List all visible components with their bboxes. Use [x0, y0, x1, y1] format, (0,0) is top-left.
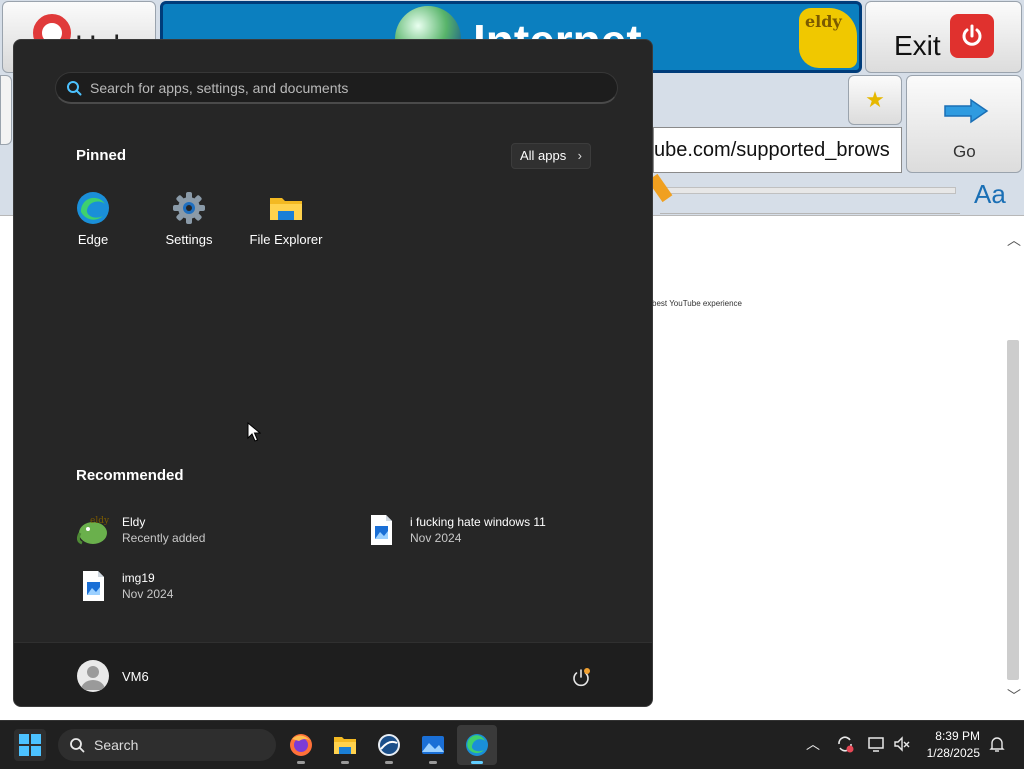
eldy-icon: eldy: [76, 513, 110, 547]
taskbar-search-label: Search: [94, 737, 139, 753]
taskbar-app-edge[interactable]: [457, 725, 497, 765]
pinned-app-label: File Explorer: [249, 232, 323, 247]
start-menu: Search for apps, settings, and documents…: [13, 39, 653, 707]
svg-text:eldy: eldy: [90, 516, 110, 526]
start-button[interactable]: [14, 729, 46, 761]
power-icon: [950, 14, 994, 58]
running-indicator: [385, 761, 393, 764]
recommended-title-text: Eldy: [122, 515, 146, 529]
search-icon: [70, 738, 85, 753]
running-indicator: [471, 761, 483, 764]
scroll-up-icon[interactable]: ︿: [1007, 230, 1021, 250]
windows-icon: [19, 734, 41, 756]
taskbar-app-steam[interactable]: [369, 725, 409, 765]
mouse-cursor-icon: [247, 422, 261, 442]
zoom-slider[interactable]: [660, 187, 956, 194]
clock-time: 8:39 PM: [935, 729, 980, 743]
user-icon: [81, 666, 105, 690]
search-placeholder: Search for apps, settings, and documents: [90, 80, 349, 96]
power-icon[interactable]: [570, 667, 592, 689]
go-button[interactable]: Go: [906, 75, 1022, 173]
user-name[interactable]: VM6: [122, 669, 149, 684]
go-label: Go: [953, 142, 976, 161]
pinned-app-label: Settings: [165, 232, 213, 247]
scrollbar-thumb[interactable]: [1007, 340, 1019, 680]
image-file-icon: [76, 569, 110, 603]
zoom-ticks: [660, 199, 960, 214]
all-apps-label: All apps: [520, 148, 567, 163]
exit-button[interactable]: Exit: [865, 1, 1022, 73]
firefox-icon: [290, 734, 312, 756]
page-text: best YouTube experience: [652, 299, 742, 308]
url-input[interactable]: ube.com/supported_brows: [653, 127, 902, 173]
chevron-up-icon[interactable]: ︿: [806, 734, 820, 754]
eldy-logo-text: eldy: [805, 12, 842, 31]
exit-label: Exit: [894, 30, 941, 61]
recommended-title: Recommended: [76, 467, 184, 484]
notification-bell-icon[interactable]: [988, 735, 1006, 753]
photos-icon: [422, 736, 444, 754]
scroll-down-icon[interactable]: ﹀: [1007, 686, 1021, 706]
recommended-title-text: i fucking hate windows 11: [410, 515, 546, 529]
pinned-app-label: Edge: [77, 232, 109, 247]
pinned-app-edge[interactable]: Edge: [48, 190, 138, 262]
recommended-subtitle-text: Nov 2024: [410, 531, 462, 545]
sync-icon[interactable]: [836, 735, 854, 753]
taskbar: Search ︿ 8:39 PM 1/28/2025: [0, 720, 1024, 769]
edge-icon: [75, 190, 111, 226]
network-icon[interactable]: [867, 735, 885, 753]
star-icon: ★: [865, 87, 885, 112]
avatar[interactable]: [77, 660, 109, 692]
taskbar-app-firefox[interactable]: [281, 725, 321, 765]
volume-muted-icon[interactable]: [893, 735, 911, 753]
running-indicator: [341, 761, 349, 764]
pinned-title: Pinned: [76, 147, 127, 164]
image-file-icon: [364, 513, 398, 547]
recommended-title-text: img19: [122, 571, 155, 585]
folder-icon: [334, 737, 356, 754]
start-menu-footer: VM6: [14, 642, 652, 706]
clock-date: 1/28/2025: [926, 746, 980, 760]
recommended-subtitle-text: Nov 2024: [122, 587, 174, 601]
edge-icon: [466, 734, 488, 756]
recommended-item-eldy[interactable]: eldy Eldy Recently added: [76, 513, 346, 553]
pinned-app-file-explorer[interactable]: File Explorer: [241, 190, 331, 262]
running-indicator: [429, 761, 437, 764]
taskbar-app-photos[interactable]: [413, 725, 453, 765]
all-apps-button[interactable]: All apps ›: [511, 143, 591, 169]
recommended-item-img19[interactable]: img19 Nov 2024: [76, 569, 346, 609]
recommended-item-image[interactable]: i fucking hate windows 11 Nov 2024: [364, 513, 634, 553]
steam-icon: [378, 734, 400, 756]
recommended-subtitle-text: Recently added: [122, 531, 206, 545]
font-size-button[interactable]: Aa: [974, 179, 1006, 210]
chevron-right-icon: ›: [577, 148, 582, 163]
search-icon: [67, 81, 82, 96]
running-indicator: [297, 761, 305, 764]
back-button[interactable]: [0, 75, 12, 145]
pinned-app-settings[interactable]: Settings: [144, 190, 234, 262]
eldy-logo: eldy: [799, 8, 857, 68]
start-search-input[interactable]: Search for apps, settings, and documents: [55, 72, 618, 104]
taskbar-search-button[interactable]: Search: [58, 729, 276, 761]
add-favorite-button[interactable]: ★: [848, 75, 902, 125]
gear-icon: [171, 190, 207, 226]
arrow-right-icon: [944, 98, 989, 124]
folder-icon: [268, 190, 304, 226]
taskbar-app-file-explorer[interactable]: [325, 725, 365, 765]
